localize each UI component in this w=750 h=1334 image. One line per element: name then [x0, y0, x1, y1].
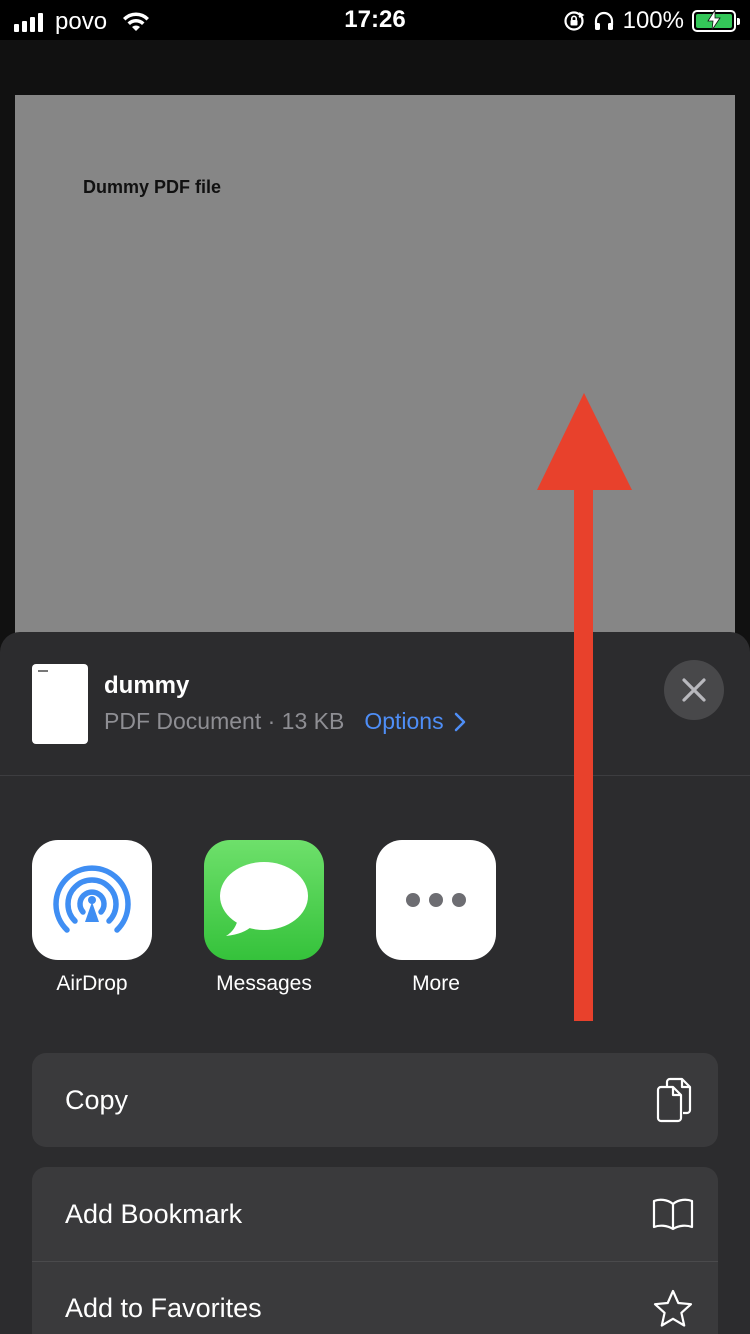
options-label: Options: [364, 708, 444, 734]
pdf-title: Dummy PDF file: [83, 177, 222, 197]
options-link[interactable]: Options: [364, 708, 465, 735]
app-label: Messages: [216, 972, 312, 995]
rotation-lock-icon: [564, 11, 585, 31]
action-label: Add to Favorites: [65, 1293, 262, 1323]
pdf-page[interactable]: Dummy PDF file: [15, 95, 735, 675]
action-label: Copy: [65, 1084, 129, 1115]
status-bar: povo 17:26 100%: [0, 0, 750, 40]
document-viewer: Dummy PDF file: [0, 40, 750, 675]
add-to-favorites-action[interactable]: Add to Favorites: [32, 1261, 718, 1334]
share-sheet-header: dummy PDF Document · 13 KB Options: [0, 632, 750, 776]
file-name: dummy: [104, 672, 190, 699]
app-more[interactable]: More: [376, 840, 496, 996]
file-thumbnail: [32, 664, 88, 744]
action-group-copy: Copy: [32, 1053, 718, 1147]
chevron-right-icon: [454, 712, 465, 731]
messages-icon: [204, 840, 324, 960]
close-icon: [682, 678, 706, 702]
headphones-icon: [594, 11, 613, 30]
share-sheet: dummy PDF Document · 13 KB Options AirDr…: [0, 632, 750, 1334]
star-icon: [653, 1289, 693, 1327]
app-airdrop[interactable]: AirDrop: [32, 840, 152, 996]
file-meta-text: PDF Document · 13 KB: [104, 708, 345, 734]
app-label: More: [412, 972, 460, 995]
book-icon: [652, 1198, 694, 1231]
file-meta: PDF Document · 13 KB Options: [104, 708, 466, 735]
copy-action[interactable]: Copy: [32, 1053, 718, 1147]
status-right: 100%: [563, 7, 740, 35]
close-button[interactable]: [664, 660, 724, 720]
action-label: Add Bookmark: [65, 1198, 243, 1229]
app-label: AirDrop: [56, 972, 128, 995]
charging-bolt-icon: [707, 10, 721, 30]
more-icon: [376, 840, 496, 960]
battery-percent: 100%: [622, 7, 684, 34]
copy-icon: [656, 1077, 692, 1123]
battery-icon: [692, 10, 740, 32]
app-messages[interactable]: Messages: [204, 840, 324, 996]
share-apps-row: AirDrop Messages More: [32, 840, 496, 996]
action-group-bookmarks: Add Bookmark Add to Favorites: [32, 1167, 718, 1334]
airdrop-icon: [32, 840, 152, 960]
add-bookmark-action[interactable]: Add Bookmark: [32, 1167, 718, 1261]
